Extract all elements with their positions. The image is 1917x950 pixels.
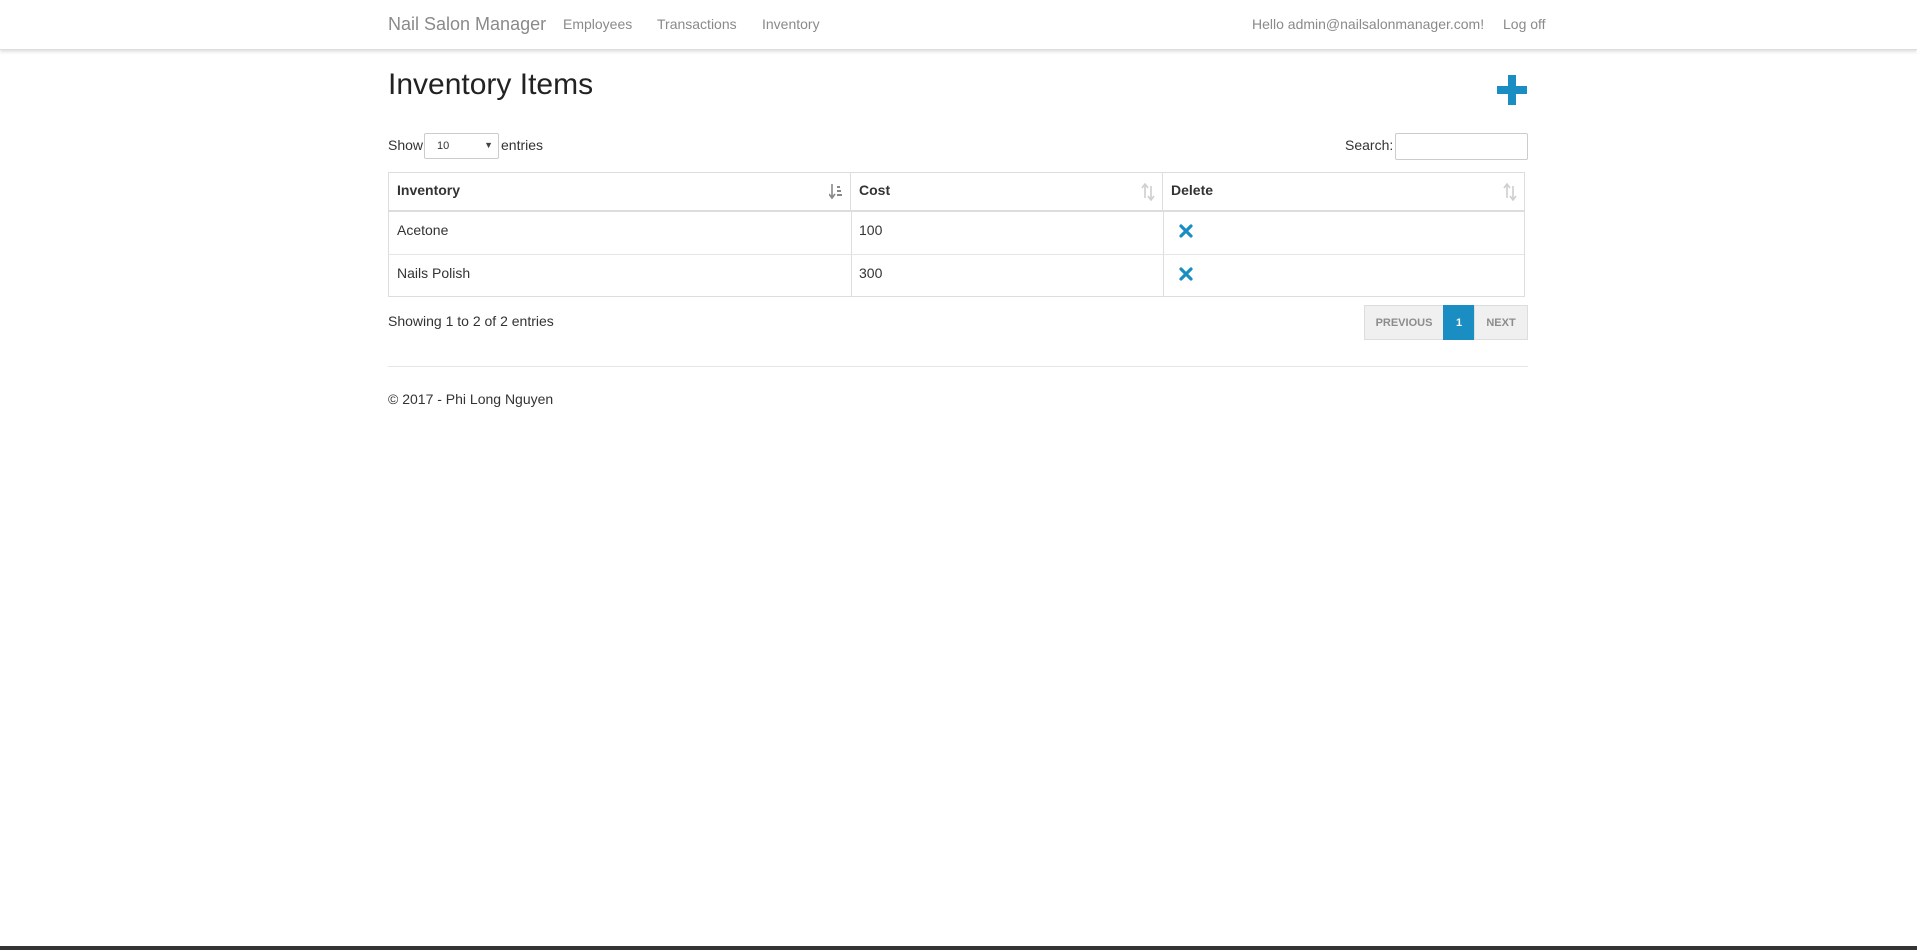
search-input[interactable]: [1395, 133, 1528, 160]
bottom-edge: [0, 946, 1917, 950]
page-title: Inventory Items: [388, 68, 594, 101]
cell-cost: 100: [859, 222, 883, 238]
nav-link-employees[interactable]: Employees: [563, 16, 632, 32]
user-greeting-link[interactable]: Hello admin@nailsalonmanager.com!: [1252, 16, 1484, 32]
page-length-select[interactable]: 10 ▼: [424, 133, 499, 159]
table-info: Showing 1 to 2 of 2 entries: [388, 313, 554, 329]
nav-link-transactions[interactable]: Transactions: [657, 16, 737, 32]
sort-both-icon: [1503, 183, 1517, 201]
sort-both-icon: [1141, 183, 1155, 201]
page-1-button[interactable]: 1: [1443, 305, 1475, 340]
footer-copyright: © 2017 - Phi Long Nguyen: [388, 391, 554, 407]
column-header-delete[interactable]: Delete: [1163, 173, 1524, 210]
delete-x-icon[interactable]: [1179, 224, 1193, 238]
cell-cost: 300: [859, 265, 883, 281]
add-item-plus-icon[interactable]: [1497, 75, 1527, 105]
cell-inventory: Acetone: [397, 222, 449, 238]
column-header-label: Inventory: [397, 182, 461, 198]
row-divider: [389, 254, 1524, 255]
logoff-link[interactable]: Log off: [1503, 16, 1546, 32]
column-header-inventory[interactable]: Inventory: [389, 173, 851, 210]
entries-label: entries: [501, 137, 544, 153]
delete-x-icon[interactable]: [1179, 267, 1193, 281]
caret-down-icon: ▼: [484, 140, 493, 150]
footer-divider: [388, 366, 1528, 367]
show-label: Show: [388, 137, 424, 153]
inventory-table: Inventory Cost Delete Acetone 100 Nails …: [388, 172, 1525, 297]
navbar: Nail Salon Manager Employees Transaction…: [0, 0, 1917, 50]
column-header-label: Cost: [859, 182, 891, 198]
sort-ascending-icon: [829, 184, 842, 200]
previous-button[interactable]: PREVIOUS: [1364, 305, 1444, 340]
next-button[interactable]: NEXT: [1474, 305, 1528, 340]
column-header-cost[interactable]: Cost: [851, 173, 1163, 210]
page-length-value: 10: [437, 140, 450, 152]
search-label: Search:: [1345, 137, 1394, 153]
nav-link-inventory[interactable]: Inventory: [762, 16, 820, 32]
cell-inventory: Nails Polish: [397, 265, 471, 281]
header-divider: [389, 210, 1524, 212]
brand-link[interactable]: Nail Salon Manager: [388, 14, 546, 35]
column-header-label: Delete: [1171, 182, 1214, 198]
